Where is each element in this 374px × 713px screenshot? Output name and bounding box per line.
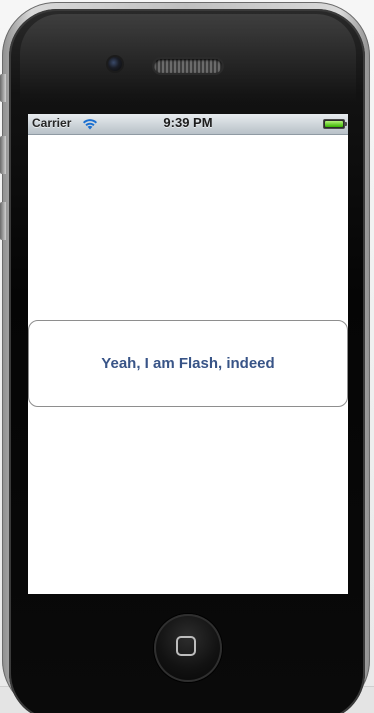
battery-level-fill: [325, 121, 343, 127]
flash-button-label: Yeah, I am Flash, indeed: [101, 355, 275, 372]
simulator-stage: Carrier 9:39 PM Yeah, I am Flash, indeed: [0, 0, 374, 713]
status-time: 9:39 PM: [163, 115, 213, 130]
volume-up-button: [0, 136, 6, 174]
volume-down-button: [0, 202, 6, 240]
home-button[interactable]: [154, 614, 222, 682]
battery-icon: [323, 119, 347, 129]
home-square-icon: [176, 636, 196, 656]
mute-switch: [0, 74, 6, 102]
status-bar: Carrier 9:39 PM: [28, 114, 348, 135]
flash-button[interactable]: Yeah, I am Flash, indeed: [28, 320, 348, 407]
device-screen: Carrier 9:39 PM Yeah, I am Flash, indeed: [28, 114, 348, 594]
battery-tip: [345, 122, 347, 126]
speaker-grille: [154, 59, 222, 73]
camera-icon: [108, 57, 122, 71]
